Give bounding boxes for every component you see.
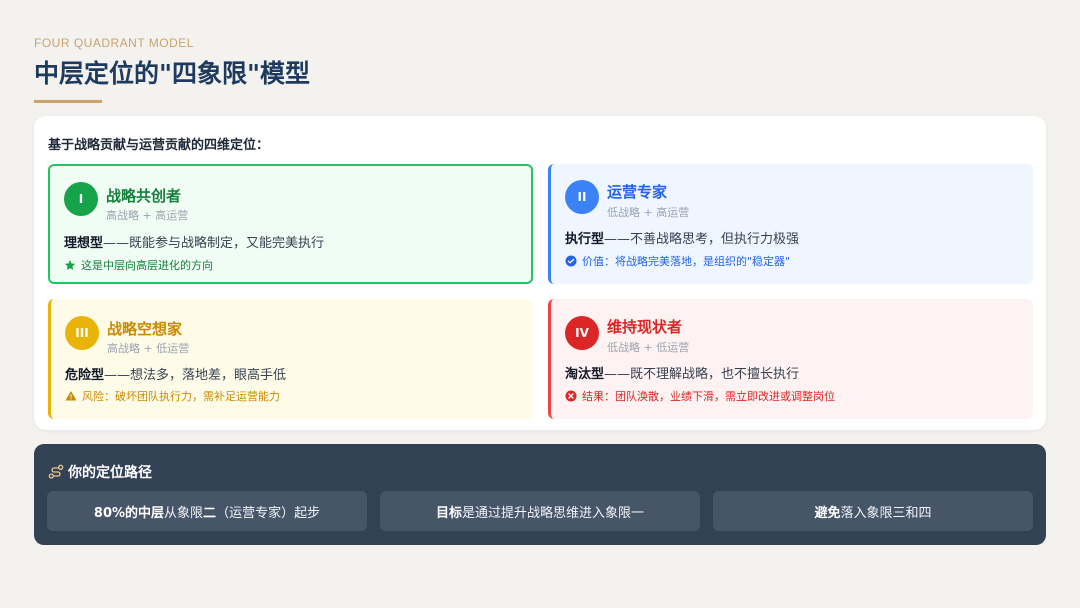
quadrant-note: 结果：团队涣散，业绩下滑，需立即改进或调整岗位 (565, 388, 835, 404)
quadrant-desc: 淘汰型——既不理解战略，也不擅长执行 (565, 363, 799, 382)
quadrant-badge: I (64, 182, 98, 216)
quadrant-desc-text: ——既能参与战略制定，又能完美执行 (103, 236, 325, 251)
quadrant-1: I 战略共创者 高战略 + 高运营 理想型——既能参与战略制定，又能完美执行 这… (48, 164, 533, 284)
quadrant-title: 战略空想家 (107, 320, 183, 338)
title-underline (34, 100, 102, 103)
quadrant-desc: 危险型——想法多，落地差，眼高手低 (65, 364, 286, 383)
quadrant-title: 战略共创者 (106, 187, 182, 205)
star-icon (64, 260, 76, 270)
page-title: 中层定位的"四象限"模型 (34, 59, 311, 88)
quadrant-desc: 执行型——不善战略思考，但执行力极强 (565, 228, 799, 247)
warning-icon (65, 391, 77, 401)
quadrant-type: 执行型 (565, 232, 605, 247)
path-step-1: 80%的中层 从象限二（运营专家）起步 (47, 491, 367, 531)
x-circle-icon (565, 390, 577, 402)
quadrant-note-text: 风险：破坏团队执行力，需补足运营能力 (82, 390, 280, 403)
quadrant-note-text: 这是中层向高层进化的方向 (81, 259, 213, 272)
step-bold: 避免 (814, 505, 841, 521)
check-circle-icon (565, 255, 577, 267)
quadrant-subtitle: 高战略 + 高运营 (106, 209, 189, 222)
quadrant-intro: 基于战略贡献与运营贡献的四维定位： (48, 138, 270, 153)
path-step-2: 目标 是通过提升战略思维进入象限一 (380, 491, 700, 531)
quadrant-badge: III (65, 316, 99, 350)
quadrant-4: IV 维持现状者 低战略 + 低运营 淘汰型——既不理解战略，也不擅长执行 结果… (548, 299, 1033, 419)
quadrant-title: 运营专家 (607, 183, 668, 201)
path-title-text: 你的定位路径 (68, 465, 152, 481)
page-header: FOUR QUADRANT MODEL 中层定位的"四象限"模型 (34, 36, 310, 103)
quadrant-desc-text: ——既不理解战略，也不擅长执行 (604, 367, 800, 382)
step-text: 是通过提升战略思维进入象限一 (462, 505, 645, 521)
step-text: 从象限 (164, 505, 204, 521)
quadrant-note: 风险：破坏团队执行力，需补足运营能力 (65, 388, 280, 404)
quadrant-desc-text: ——想法多，落地差，眼高手低 (104, 368, 287, 383)
quadrant-2: II 运营专家 低战略 + 高运营 执行型——不善战略思考，但执行力极强 价值：… (548, 164, 1033, 284)
quadrant-note: 这是中层向高层进化的方向 (64, 257, 213, 273)
quadrant-desc-text: ——不善战略思考，但执行力极强 (604, 232, 800, 247)
step-bold: 二 (203, 505, 217, 521)
quadrant-type: 危险型 (65, 368, 105, 383)
quadrant-type: 淘汰型 (565, 367, 605, 382)
step-text: （运营专家）起步 (216, 505, 321, 521)
quadrant-desc: 理想型——既能参与战略制定，又能完美执行 (64, 232, 324, 251)
quadrant-badge: IV (565, 316, 599, 350)
quadrant-3: III 战略空想家 高战略 + 低运营 危险型——想法多，落地差，眼高手低 风险… (48, 299, 533, 419)
step-text: 落入象限三和四 (840, 505, 932, 521)
quadrant-subtitle: 低战略 + 低运营 (607, 341, 690, 354)
positioning-path-card: 你的定位路径 80%的中层 从象限二（运营专家）起步 目标 是通过提升战略思维进入象… (34, 444, 1046, 545)
quadrant-note-text: 价值：将战略完美落地，是组织的"稳定器" (582, 255, 791, 268)
step-bold: 目标 (435, 505, 462, 521)
path-step-3: 避免 落入象限三和四 (713, 491, 1033, 531)
quadrant-note: 价值：将战略完美落地，是组织的"稳定器" (565, 253, 790, 269)
quadrant-card: 基于战略贡献与运营贡献的四维定位： I 战略共创者 高战略 + 高运营 理想型—… (34, 116, 1046, 430)
quadrant-subtitle: 高战略 + 低运营 (107, 342, 190, 355)
quadrant-type: 理想型 (64, 236, 104, 251)
path-title: 你的定位路径 (48, 462, 152, 482)
quadrant-note-text: 结果：团队涣散，业绩下滑，需立即改进或调整岗位 (582, 390, 835, 403)
eyebrow-text: FOUR QUADRANT MODEL (34, 36, 194, 50)
quadrant-title: 维持现状者 (607, 318, 683, 336)
step-bold: 80%的中层 (93, 505, 165, 521)
quadrant-badge: II (565, 180, 599, 214)
route-icon (48, 464, 64, 479)
quadrant-subtitle: 低战略 + 高运营 (607, 206, 690, 219)
